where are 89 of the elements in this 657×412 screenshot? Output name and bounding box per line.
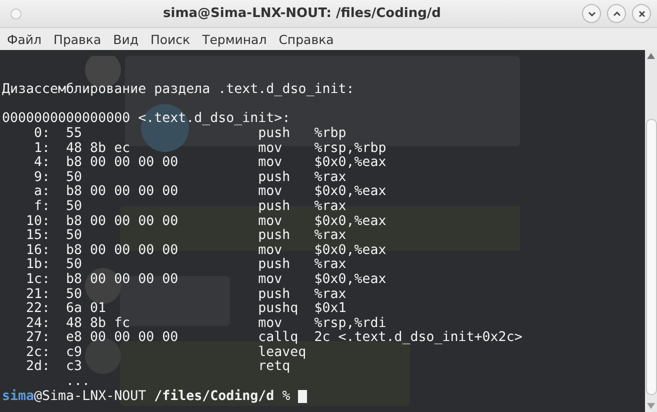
instruction-mnemonic: mov [258, 214, 282, 229]
instruction-mnemonic: mov [258, 242, 282, 258]
instruction-mnemonic: mov [258, 140, 282, 156]
instruction-bytes: 50 [66, 198, 82, 214]
instruction-address: 24: [25, 316, 50, 331]
instruction-bytes: 6a 01 [66, 301, 106, 316]
menu-item[interactable]: Правка [48, 30, 106, 48]
instruction-address: a: [33, 185, 50, 200]
instruction-mnemonic: mov [258, 184, 282, 200]
instruction-address: 22: [25, 302, 50, 317]
instruction-bytes: c9 [66, 344, 82, 360]
instruction-address: 1c: [25, 272, 50, 288]
instruction-address: 2d: [25, 360, 50, 376]
instruction-address: 21: [25, 288, 50, 302]
instruction-operands: 2c <.text.d_dso_init+0x2c> [314, 331, 522, 346]
instruction-bytes: 50 [66, 228, 82, 244]
instruction-operands: %rax [314, 170, 346, 185]
instruction-address: 4: [33, 156, 50, 171]
instruction-operands: $0x0,%eax [314, 214, 386, 230]
text-cursor [298, 390, 308, 404]
instruction-operands: %rax [314, 200, 346, 214]
instruction-mnemonic: push [258, 228, 290, 244]
instruction-mnemonic: push [258, 198, 290, 214]
instruction-operands: %rax [314, 288, 346, 302]
scroll-down-icon[interactable] [647, 403, 655, 409]
menu-item[interactable]: Вид [108, 30, 144, 48]
instruction-address: 0: [33, 126, 50, 142]
instruction-mnemonic: leaveq [258, 344, 306, 360]
instruction-operands: $0x0,%eax [314, 244, 386, 258]
instruction-bytes: 50 [66, 170, 82, 185]
instruction-operands: %rsp,%rbp [314, 142, 386, 156]
prompt-host: @Sima-LNX-NOUT [34, 388, 146, 404]
menu-item[interactable]: Файл [2, 30, 47, 48]
instruction-bytes: 48 8b fc [66, 316, 130, 331]
instruction-bytes: 55 [66, 126, 82, 141]
instruction-address: 27: [25, 331, 50, 346]
instruction-bytes: e8 00 00 00 00 [66, 330, 178, 346]
instruction-bytes: b8 00 00 00 00 [66, 272, 178, 287]
instruction-address: 1: [33, 142, 50, 156]
instruction-address: f: [33, 200, 50, 215]
instruction-address: 2c: [25, 346, 50, 360]
scroll-up-icon[interactable] [647, 53, 655, 59]
ellipsis-text: ... [66, 374, 90, 390]
instruction-address: 10: [25, 214, 50, 229]
instruction-mnemonic: push [258, 126, 290, 141]
instruction-address: 16: [25, 244, 50, 258]
instruction-bytes: b8 00 00 00 00 [66, 214, 178, 229]
instruction-bytes: b8 00 00 00 00 [66, 155, 178, 170]
instruction-mnemonic: retq [258, 359, 290, 374]
instruction-operands: $0x0,%eax [314, 185, 386, 200]
window-title: sima@Sima-LNX-NOUT: /files/Coding/d [162, 6, 442, 21]
prompt-symbol: % [282, 390, 290, 404]
menu-item[interactable]: Справка [274, 30, 339, 48]
instruction-bytes: 48 8b ec [66, 140, 130, 156]
instruction-mnemonic: mov [258, 272, 282, 287]
instruction-bytes: b8 00 00 00 00 [66, 242, 178, 258]
maximize-button[interactable] [607, 4, 626, 23]
instruction-operands: $0x0,%eax [314, 156, 386, 171]
instruction-mnemonic: mov [258, 316, 282, 331]
close-icon [636, 8, 646, 18]
symbol-label: 0000000000000000 <.text.d_dso_init>: [2, 112, 292, 126]
instruction-address: 1b: [25, 258, 50, 273]
instruction-mnemonic: mov [258, 155, 282, 170]
instruction-bytes: c3 [66, 359, 82, 374]
scrollbar-thumb[interactable] [646, 119, 656, 395]
instruction-bytes: 50 [66, 286, 82, 302]
instruction-mnemonic: push [258, 257, 290, 272]
instruction-operands: %rbp [314, 126, 346, 142]
instruction-address: 15: [25, 229, 50, 244]
disassembly-heading: Дизассемблирование раздела .text.d_dso_init: [2, 83, 356, 98]
instruction-bytes: b8 00 00 00 00 [66, 184, 178, 200]
prompt-user: sima [2, 388, 34, 404]
menu-item[interactable]: Поиск [145, 30, 196, 48]
instruction-mnemonic: push [258, 286, 290, 302]
instruction-operands: %rax [314, 258, 346, 272]
instruction-operands: $0x0,%eax [314, 272, 386, 288]
instruction-operands: %rax [314, 229, 346, 244]
instruction-mnemonic: pushq [258, 301, 298, 316]
instruction-address: 9: [33, 170, 50, 186]
close-button[interactable] [632, 4, 651, 23]
instruction-operands: $0x1 [314, 302, 346, 316]
instruction-mnemonic: push [258, 170, 290, 185]
instruction-mnemonic: callq [258, 330, 298, 346]
scrollbar[interactable] [645, 50, 657, 412]
instruction-operands: %rsp,%rdi [314, 316, 386, 331]
prompt-path: /files/Coding/d [154, 390, 274, 404]
instruction-bytes: 50 [66, 257, 82, 272]
minimize-button[interactable] [582, 4, 601, 23]
menu-item[interactable]: Терминал [197, 30, 272, 48]
